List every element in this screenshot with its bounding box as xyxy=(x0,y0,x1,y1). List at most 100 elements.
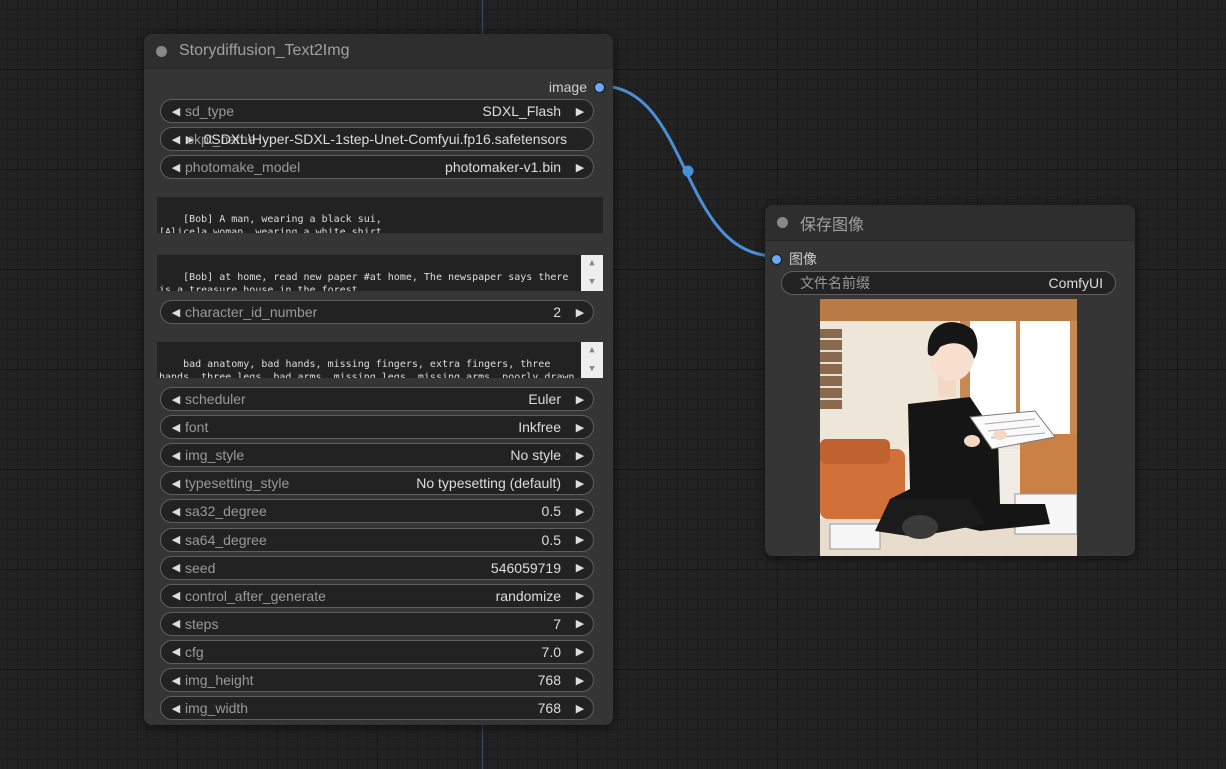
input-port-icon[interactable] xyxy=(771,253,782,265)
widget-b11[interactable]: ◀ img_width 768 ▶ xyxy=(160,696,594,721)
decrement-arrow-icon[interactable]: ◀ xyxy=(169,702,183,715)
increment-arrow-icon[interactable]: ▶ xyxy=(573,161,587,174)
increment-arrow-icon[interactable]: ▶ xyxy=(573,561,587,574)
widget-b3[interactable]: ◀ typesetting_style No typesetting (defaul… xyxy=(160,471,594,496)
scene-prompts-textarea[interactable]: [Bob] at home, read new paper #at home, … xyxy=(157,255,603,291)
widget-value: SDXL_Flash xyxy=(482,103,561,119)
widget-0[interactable]: ◀ sd_type SDXL_Flash ▶ xyxy=(160,99,594,123)
widget-label: typesetting_style xyxy=(185,475,290,492)
widget-label: img_height xyxy=(185,672,254,688)
negative-prompt-textarea[interactable]: bad anatomy, bad hands, missing fingers,… xyxy=(157,342,603,378)
widget-label: img_width xyxy=(185,700,249,717)
increment-arrow-icon[interactable]: ▶ xyxy=(573,393,587,406)
decrement-arrow-icon[interactable]: ◀ xyxy=(169,533,183,546)
widget-label: font xyxy=(185,419,209,436)
node-title-bar[interactable]: Storydiffusion_Text2Img xyxy=(144,34,613,69)
widget-label: sa64_degree xyxy=(185,531,267,548)
output-label: image xyxy=(548,79,587,95)
widget-value: photomaker-v1.bin xyxy=(445,159,561,175)
scroll-down-icon[interactable]: ▼ xyxy=(581,361,603,378)
widget-value: 768 xyxy=(537,700,561,717)
widget-b2[interactable]: ◀ img_style No style ▶ xyxy=(160,443,594,468)
widget-label: photomake_model xyxy=(185,159,301,175)
decrement-arrow-icon[interactable]: ◀ xyxy=(169,105,183,118)
decrement-arrow-icon[interactable]: ◀ xyxy=(169,449,183,462)
decrement-arrow-icon[interactable]: ◀ xyxy=(169,617,183,630)
increment-arrow-icon[interactable]: ▶ xyxy=(573,674,587,687)
widget-value: 7 xyxy=(553,615,561,632)
widget-value: Euler xyxy=(528,391,561,407)
scene-prompts-text: [Bob] at home, read new paper #at home, … xyxy=(159,272,569,291)
node-title: Storydiffusion_Text2Img xyxy=(179,42,350,59)
widget-b1[interactable]: ◀ font Inkfree ▶ xyxy=(160,415,594,440)
widget-b0[interactable]: ◀ scheduler Euler ▶ xyxy=(160,387,594,411)
increment-arrow-icon[interactable]: ▶ xyxy=(573,533,587,546)
decrement-arrow-icon[interactable]: ◀ xyxy=(169,421,183,434)
widget-b7[interactable]: ◀ control_after_generate randomize ▶ xyxy=(160,583,594,608)
decrement-arrow-icon[interactable]: ◀ xyxy=(169,161,183,174)
decrement-arrow-icon[interactable]: ◀ xyxy=(169,674,183,687)
widget-label: seed xyxy=(185,559,216,576)
input-image-row: 图像 xyxy=(771,249,817,269)
widget-b5[interactable]: ◀ sa64_degree 0.5 ▶ xyxy=(160,527,594,552)
widget-value: 0.5 xyxy=(541,503,561,520)
increment-arrow-icon[interactable]: ▶ xyxy=(573,702,587,715)
scroll-up-icon[interactable]: ▲ xyxy=(581,255,603,272)
widget-value: 0.5 xyxy=(541,531,561,548)
negative-prompt-text: bad anatomy, bad hands, missing fingers,… xyxy=(159,359,575,378)
widget-value: 2 xyxy=(553,304,561,320)
generated-image-preview[interactable] xyxy=(820,299,1077,556)
collapse-dot-icon[interactable] xyxy=(156,45,167,57)
increment-arrow-icon[interactable]: ▶ xyxy=(573,421,587,434)
increment-arrow-icon[interactable]: ▶ xyxy=(573,617,587,630)
output-image-row: image xyxy=(549,79,605,95)
character-prompt-textarea[interactable]: [Bob] A man, wearing a black sui, [Alice… xyxy=(157,197,603,233)
increment-arrow-icon[interactable]: ▶ xyxy=(573,477,587,490)
decrement-arrow-icon[interactable]: ◀ xyxy=(169,477,183,490)
widget-b10[interactable]: ◀ img_height 768 ▶ xyxy=(160,668,594,692)
widget-b9[interactable]: ◀ cfg 7.0 ▶ xyxy=(160,639,594,664)
widget-value: randomize xyxy=(495,587,561,604)
increment-arrow-icon[interactable]: ▶ xyxy=(573,306,587,319)
increment-arrow-icon[interactable]: ▶ xyxy=(573,505,587,518)
output-port-icon[interactable] xyxy=(594,81,605,93)
widget-filename-prefix[interactable]: 文件名前缀 ComfyUI xyxy=(781,271,1116,295)
save-image-node[interactable]: 保存图像 图像 文件名前缀 ComfyUI xyxy=(765,205,1135,556)
scroll-down-icon[interactable]: ▼ xyxy=(581,274,603,291)
widget-b8[interactable]: ◀ steps 7 ▶ xyxy=(160,611,594,636)
decrement-arrow-icon[interactable]: ◀ xyxy=(169,561,183,574)
widget-label: cfg xyxy=(185,643,204,660)
increment-arrow-icon[interactable]: ▶ xyxy=(573,589,587,602)
decrement-arrow-icon[interactable]: ◀ xyxy=(169,393,183,406)
node-title-bar[interactable]: 保存图像 xyxy=(765,205,1135,241)
scroll-up-icon[interactable]: ▲ xyxy=(581,342,603,359)
widget-label: steps xyxy=(185,615,219,632)
widget-b4[interactable]: ◀ sa32_degree 0.5 ▶ xyxy=(160,499,594,524)
widget-value: No style xyxy=(510,447,561,464)
increment-arrow-icon[interactable]: ▶ xyxy=(573,105,587,118)
decrement-arrow-icon[interactable]: ◀ xyxy=(169,505,183,518)
storydiffusion-node[interactable]: Storydiffusion_Text2Img image ◀ sd_type SD… xyxy=(144,34,613,725)
decrement-arrow-icon[interactable]: ◀ xyxy=(169,645,183,658)
widget-value: ComfyUI xyxy=(1048,275,1103,291)
node-title: 保存图像 xyxy=(800,216,865,234)
link-midpoint-handle xyxy=(682,165,694,177)
scene-prompts-scrollbar[interactable]: ▲ ▼ xyxy=(581,255,603,291)
widget-character-id-number[interactable]: ◀ character_id_number 2 ▶ xyxy=(160,300,594,324)
widget-label: 文件名前缀 xyxy=(800,275,870,291)
decrement-arrow-icon[interactable]: ◀ xyxy=(169,306,183,319)
increment-arrow-icon[interactable]: ▶ xyxy=(573,645,587,658)
widget-label: img_style xyxy=(185,447,245,464)
widget-value: 0SDXL\Hyper-SDXL-1step-Unet-Comfyui.fp16… xyxy=(203,131,567,147)
widget-2[interactable]: ◀ photomake_model photomaker-v1.bin ▶ xyxy=(160,155,594,179)
input-label: 图像 xyxy=(789,251,817,267)
widget-label: sd_type xyxy=(185,103,235,119)
decrement-arrow-icon[interactable]: ◀ xyxy=(169,589,183,602)
widget-1[interactable]: ◀ ckpt_name 0SDXL\Hyper-SDXL-1step-Unet-Co… xyxy=(160,127,594,151)
increment-arrow-icon[interactable]: ▶ xyxy=(573,449,587,462)
decrement-arrow-icon[interactable]: ◀ xyxy=(169,133,183,146)
widget-value: 768 xyxy=(537,672,561,688)
widget-b6[interactable]: ◀ seed 546059719 ▶ xyxy=(160,555,594,580)
negative-prompt-scrollbar[interactable]: ▲ ▼ xyxy=(581,342,603,378)
collapse-dot-icon[interactable] xyxy=(777,217,788,228)
